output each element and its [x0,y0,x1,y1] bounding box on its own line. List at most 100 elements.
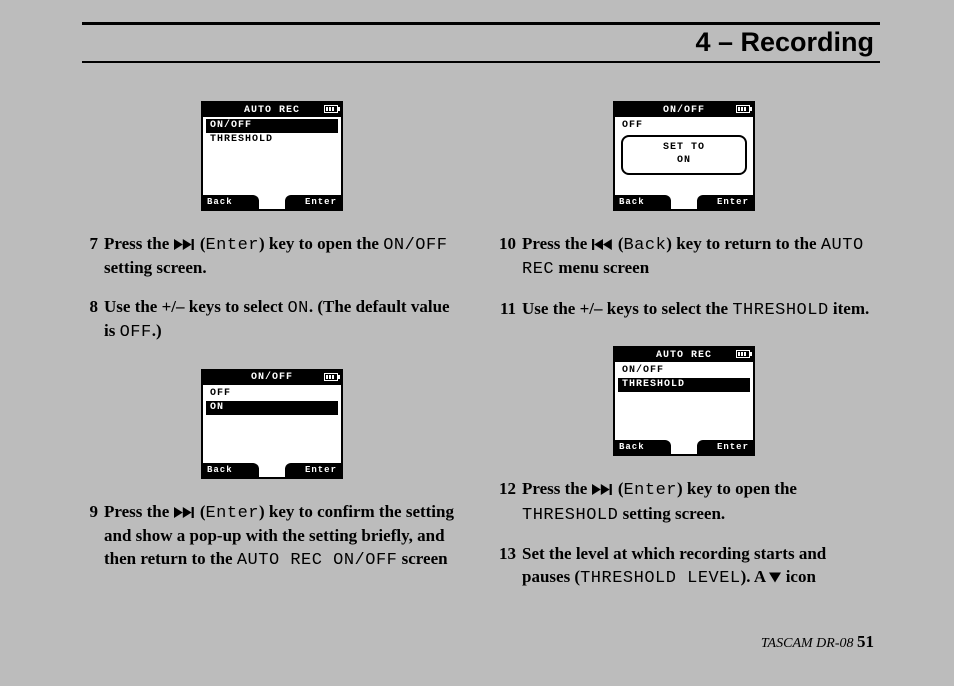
softkey-back: Back [203,463,259,477]
mono: ON [287,299,308,318]
right-column: ON/OFF OFF SET TO ON Back Enter [494,93,874,606]
softkey-enter: Enter [285,195,341,209]
rewind-icon [592,234,614,256]
popup-line: SET TO [623,141,745,154]
lcd-title: ON/OFF [663,105,705,116]
mono: THRESHOLD [522,506,618,525]
mono: OFF [120,323,152,342]
t: ) key to open the [677,479,797,498]
mono: AUTO REC ON/OFF [237,551,398,570]
page-footer: TASCAM DR-08 51 [761,632,874,652]
t: setting screen. [104,258,207,277]
lcd-body: OFF SET TO ON [615,117,753,195]
t: ). A [741,567,770,586]
lcd-title-bar: ON/OFF [615,103,753,117]
content-columns: AUTO REC ON/OFF THRESHOLD Back Enter 7 [82,93,880,606]
mono: ON/OFF [383,236,447,255]
lcd-title: AUTO REC [656,350,712,361]
lcd-title-bar: AUTO REC [615,348,753,362]
step-7: 7 Press the (Enter) key to open the ON/O… [82,233,462,280]
battery-icon [736,350,750,358]
t: setting screen. [618,504,725,523]
lcd-screen: ON/OFF OFF SET TO ON Back Enter [613,101,755,211]
section-title: 4 – Recording [695,27,874,58]
lcd-body: OFF ON [203,385,341,463]
step-number: 9 [82,501,104,572]
down-triangle-icon [769,567,781,589]
t: ( [614,234,624,253]
softkey-back: Back [615,440,671,454]
left-column: AUTO REC ON/OFF THRESHOLD Back Enter 7 [82,93,462,606]
step-text: Press the (Enter) key to confirm the set… [104,501,462,572]
battery-icon [324,105,338,113]
lcd-body: ON/OFF THRESHOLD [615,362,753,440]
popup-line: ON [623,154,745,167]
t: item. [829,299,870,318]
lcd-title-bar: ON/OFF [203,371,341,385]
mono: Back [623,236,666,255]
t: Use the +/– keys to select [104,297,287,316]
step-text: Use the +/– keys to select the THRESHOLD… [522,298,874,322]
lcd-row: THRESHOLD [206,133,338,147]
lcd-row-selected: THRESHOLD [618,378,750,392]
lcd-row-selected: ON [206,401,338,415]
step-number: 7 [82,233,104,280]
lcd-title-bar: AUTO REC [203,103,341,117]
lcd-screen: AUTO REC ON/OFF THRESHOLD Back Enter [613,346,755,456]
lcd-softkeys: Back Enter [615,440,753,454]
step-number: 13 [494,543,522,590]
softkey-enter: Enter [285,463,341,477]
lcd-figure-2: ON/OFF OFF ON Back Enter [82,369,462,479]
step-text: Press the (Back) key to return to the AU… [522,233,874,282]
step-text: Use the +/– keys to select ON. (The defa… [104,296,462,345]
lcd-figure-4: AUTO REC ON/OFF THRESHOLD Back Enter [494,346,874,456]
battery-icon [324,373,338,381]
manual-page: 4 – Recording AUTO REC ON/OFF THRESHOLD … [82,22,880,652]
mono: THRESHOLD LEVEL [580,569,741,588]
lcd-row: OFF [206,387,338,401]
step-text: Set the level at which recording starts … [522,543,874,590]
lcd-softkeys: Back Enter [203,463,341,477]
softkey-enter: Enter [697,195,753,209]
lcd-title: AUTO REC [244,105,300,116]
step-11: 11 Use the +/– keys to select the THRESH… [494,298,874,322]
page-number: 51 [857,632,874,651]
t: ( [196,502,206,521]
mono: Enter [205,236,259,255]
lcd-screen: ON/OFF OFF ON Back Enter [201,369,343,479]
lcd-screen: AUTO REC ON/OFF THRESHOLD Back Enter [201,101,343,211]
t: Press the [522,479,592,498]
lcd-softkeys: Back Enter [203,195,341,209]
lcd-body: ON/OFF THRESHOLD [203,117,341,195]
mono: THRESHOLD [732,301,828,320]
step-text: Press the (Enter) key to open the THRESH… [522,478,874,527]
t: menu screen [554,258,649,277]
softkey-enter: Enter [697,440,753,454]
t: Press the [522,234,592,253]
softkey-back: Back [615,195,671,209]
lcd-row-selected: ON/OFF [206,119,338,133]
t: screen [397,549,447,568]
lcd-softkeys: Back Enter [615,195,753,209]
battery-icon [736,105,750,113]
t: Press the [104,234,174,253]
step-number: 11 [494,298,522,322]
step-10: 10 Press the (Back) key to return to the… [494,233,874,282]
step-13: 13 Set the level at which recording star… [494,543,874,590]
t: icon [781,567,815,586]
step-number: 12 [494,478,522,527]
mono: Enter [205,504,259,523]
footer-model: TASCAM DR-08 [761,636,857,651]
step-12: 12 Press the (Enter) key to open the THR… [494,478,874,527]
fast-forward-icon [592,479,614,501]
fast-forward-icon [174,234,196,256]
step-text: Press the (Enter) key to open the ON/OFF… [104,233,462,280]
t: Use the +/– keys to select the [522,299,732,318]
lcd-row: OFF [618,119,750,133]
lcd-title: ON/OFF [251,372,293,383]
t: ) key to open the [259,234,383,253]
t: ( [196,234,206,253]
step-number: 10 [494,233,522,282]
lcd-row: ON/OFF [618,364,750,378]
lcd-popup: SET TO ON [621,135,747,175]
